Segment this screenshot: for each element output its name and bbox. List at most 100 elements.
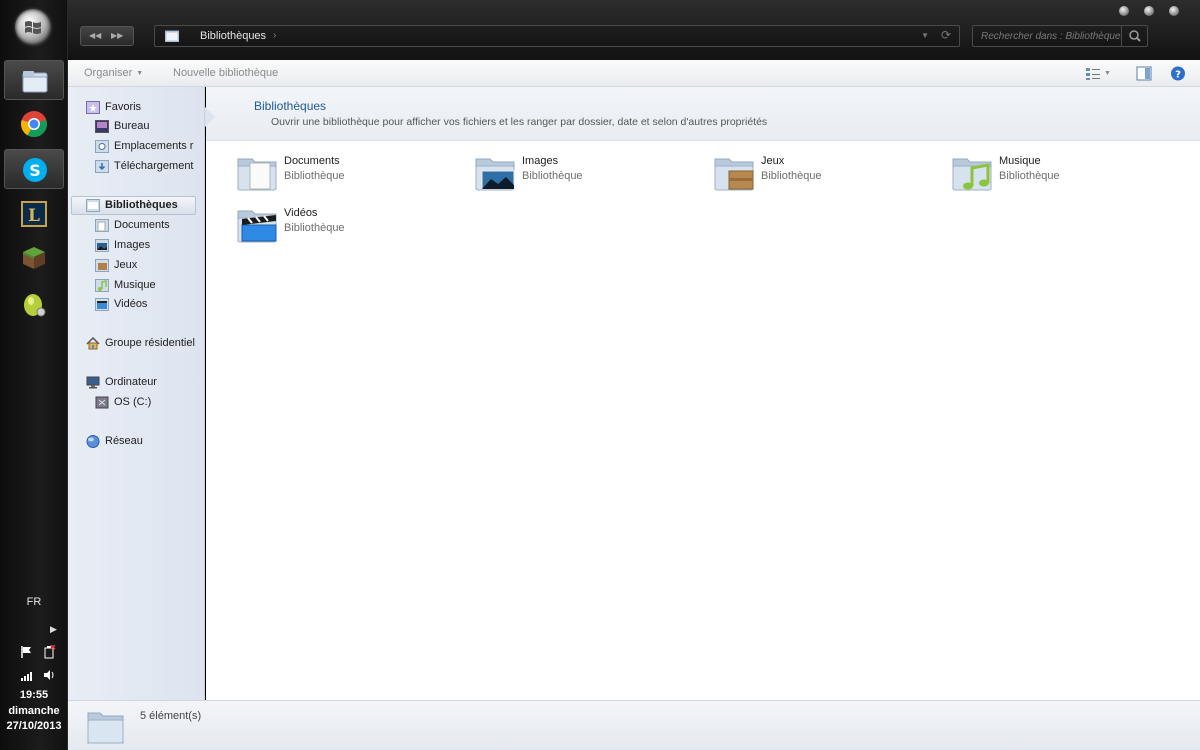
nav-music-label: Musique bbox=[114, 279, 156, 291]
address-separator-chevron-icon[interactable]: › bbox=[273, 30, 276, 41]
search-icon bbox=[1129, 30, 1141, 42]
address-bar[interactable]: Bibliothèques › ▼ ⟳ bbox=[154, 25, 960, 47]
nav-music[interactable]: Musique bbox=[95, 277, 204, 295]
library-tile-music[interactable]: Musique Bibliothèque bbox=[951, 153, 1151, 199]
nav-recent-places[interactable]: Emplacements r bbox=[95, 138, 204, 156]
taskbar-minecraft[interactable] bbox=[4, 238, 64, 278]
documents-library-icon bbox=[237, 158, 277, 191]
taskbar-explorer[interactable] bbox=[4, 60, 64, 100]
nav-network[interactable]: Réseau bbox=[86, 433, 204, 451]
volume-icon[interactable] bbox=[42, 668, 56, 682]
games-library-icon bbox=[714, 158, 754, 191]
nav-images-label: Images bbox=[114, 239, 151, 251]
details-pane: 5 élément(s) bbox=[68, 700, 1200, 750]
close-button[interactable] bbox=[1169, 6, 1179, 16]
music-library-icon bbox=[952, 158, 992, 191]
nav-images[interactable]: Images bbox=[95, 237, 204, 255]
hard-drive-icon bbox=[95, 396, 109, 409]
svg-text:S: S bbox=[29, 161, 41, 180]
navigation-pane: Favoris Bureau Emplacements r Télécharge… bbox=[68, 87, 205, 700]
nav-homegroup-label: Groupe résidentiel bbox=[105, 337, 195, 349]
nav-desktop[interactable]: Bureau bbox=[95, 118, 204, 136]
library-name: Jeux bbox=[761, 155, 785, 167]
library-name: Images bbox=[522, 155, 559, 167]
nav-homegroup[interactable]: Groupe résidentiel bbox=[86, 335, 205, 353]
libraries-header: Bibliothèques Ouvrir une bibliothèque po… bbox=[205, 87, 1200, 141]
taskbar-chrome[interactable] bbox=[4, 104, 64, 144]
nav-downloads[interactable]: Téléchargement bbox=[95, 158, 204, 176]
action-center-flag-icon[interactable] bbox=[20, 645, 34, 659]
libraries-folder-icon bbox=[165, 30, 179, 42]
nav-computer-label: Ordinateur bbox=[105, 376, 157, 388]
nav-documents-label: Documents bbox=[114, 219, 170, 231]
address-dropdown-icon[interactable]: ▼ bbox=[921, 31, 929, 40]
nav-drive-c[interactable]: OS (C:) bbox=[95, 394, 204, 412]
games-icon bbox=[95, 259, 109, 272]
content-pane: Bibliothèques Ouvrir une bibliothèque po… bbox=[205, 87, 1200, 700]
show-hidden-icons-chevron-icon[interactable]: ▶ bbox=[50, 624, 57, 635]
clock-time[interactable]: 19:55 bbox=[0, 689, 68, 701]
taskbar-skype[interactable]: S bbox=[4, 149, 64, 189]
preview-pane-icon[interactable] bbox=[1136, 66, 1152, 81]
downloads-icon bbox=[95, 160, 109, 173]
windows-logo-icon bbox=[25, 21, 41, 34]
search-input[interactable] bbox=[975, 28, 1121, 44]
nav-desktop-label: Bureau bbox=[114, 120, 150, 132]
egg-icon bbox=[24, 294, 46, 317]
nav-videos[interactable]: Vidéos bbox=[95, 296, 204, 314]
refresh-icon[interactable]: ⟳ bbox=[941, 28, 951, 42]
nav-network-label: Réseau bbox=[105, 435, 143, 447]
organize-button[interactable]: Organiser ▼ bbox=[84, 67, 143, 79]
library-tile-games[interactable]: Jeux Bibliothèque bbox=[713, 153, 913, 199]
nav-games-label: Jeux bbox=[114, 259, 138, 271]
page-description: Ouvrir une bibliothèque pour afficher vo… bbox=[271, 116, 768, 128]
view-options-icon[interactable] bbox=[1085, 66, 1101, 81]
nav-favorites[interactable]: Favoris bbox=[86, 99, 204, 117]
nav-drive-c-label: OS (C:) bbox=[114, 396, 152, 408]
nav-favorites-label: Favoris bbox=[105, 101, 142, 113]
back-button[interactable]: ◀◀ bbox=[89, 31, 101, 40]
library-tile-images[interactable]: Images Bibliothèque bbox=[474, 153, 674, 199]
view-dropdown-chevron-icon[interactable]: ▼ bbox=[1104, 70, 1111, 77]
clock-date[interactable]: 27/10/2013 bbox=[0, 720, 68, 732]
nav-computer[interactable]: Ordinateur bbox=[86, 374, 204, 392]
battery-power-icon[interactable] bbox=[42, 645, 56, 659]
library-type: Bibliothèque bbox=[284, 222, 345, 234]
taskbar-egg-app[interactable] bbox=[4, 284, 64, 324]
title-bar[interactable]: ◀◀ ▶▶ Bibliothèques › ▼ ⟳ bbox=[68, 0, 1200, 60]
start-button[interactable] bbox=[15, 9, 51, 45]
nav-libraries[interactable]: Bibliothèques bbox=[71, 196, 196, 215]
videos-library-icon bbox=[237, 210, 277, 243]
library-tile-documents[interactable]: Documents Bibliothèque bbox=[236, 153, 436, 199]
language-indicator[interactable]: FR bbox=[0, 596, 68, 608]
music-icon bbox=[95, 279, 109, 292]
chrome-icon bbox=[21, 111, 47, 138]
nav-recent-places-label: Emplacements r bbox=[114, 140, 194, 152]
help-icon[interactable]: ? bbox=[1170, 66, 1186, 81]
library-name: Documents bbox=[284, 155, 340, 167]
library-tile-videos[interactable]: Vidéos Bibliothèque bbox=[236, 205, 436, 251]
clock-day[interactable]: dimanche bbox=[0, 705, 68, 717]
command-bar: Organiser ▼ Nouvelle bibliothèque ▼ ? bbox=[68, 60, 1200, 87]
computer-icon bbox=[86, 376, 100, 389]
nav-documents[interactable]: Documents bbox=[95, 217, 204, 235]
new-library-button[interactable]: Nouvelle bibliothèque bbox=[173, 67, 278, 79]
page-title: Bibliothèques bbox=[254, 99, 327, 113]
league-of-legends-icon: L bbox=[21, 201, 47, 227]
search-box bbox=[972, 25, 1148, 47]
maximize-button[interactable] bbox=[1144, 6, 1154, 16]
library-type: Bibliothèque bbox=[284, 170, 345, 182]
folder-icon bbox=[22, 71, 48, 93]
images-icon bbox=[95, 239, 109, 252]
favorites-star-icon bbox=[86, 101, 100, 114]
taskbar-league-of-legends[interactable]: L bbox=[4, 194, 64, 234]
forward-button[interactable]: ▶▶ bbox=[111, 31, 123, 40]
network-globe-icon bbox=[86, 435, 100, 448]
address-path[interactable]: Bibliothèques bbox=[200, 30, 266, 42]
minimize-button[interactable] bbox=[1119, 6, 1129, 16]
nav-games[interactable]: Jeux bbox=[95, 257, 204, 275]
network-signal-icon[interactable] bbox=[20, 668, 34, 682]
homegroup-icon bbox=[86, 337, 100, 350]
search-button[interactable] bbox=[1121, 26, 1147, 46]
minecraft-grass-block-icon bbox=[23, 247, 45, 269]
